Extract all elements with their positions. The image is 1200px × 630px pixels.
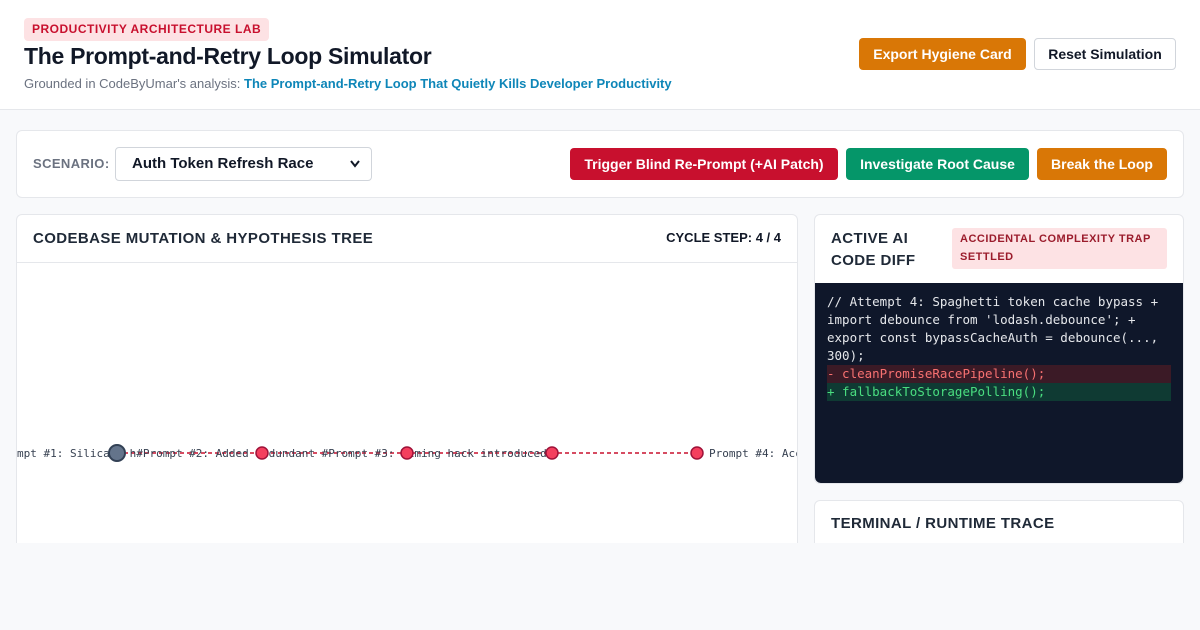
tree-node-prompt-3[interactable] xyxy=(545,446,559,460)
tree-node-prompt-1[interactable] xyxy=(255,446,269,460)
diff-removed-line: - cleanPromiseRacePipeline(); xyxy=(827,365,1171,383)
diff-title-line-2: CODE DIFF xyxy=(831,252,916,269)
diff-title-line-1: ACTIVE AI xyxy=(831,230,909,247)
hypothesis-tree-canvas: mpt #1: Silicate h#Prompt #2: Added redu… xyxy=(17,263,797,543)
terminal-panel-title: TERMINAL / RUNTIME TRACE xyxy=(831,515,1055,532)
break-the-loop-button[interactable]: Break the Loop xyxy=(1037,148,1167,180)
subtitle-prefix: Grounded in CodeByUmar's analysis: xyxy=(24,76,241,91)
chevron-down-icon xyxy=(349,148,361,193)
hypothesis-tree-svg: mpt #1: Silicate h#Prompt #2: Added redu… xyxy=(17,444,797,462)
page-subtitle: Grounded in CodeByUmar's analysis: The P… xyxy=(24,76,672,91)
trigger-blind-reprompt-button[interactable]: Trigger Blind Re-Prompt (+AI Patch) xyxy=(570,148,838,180)
diff-context-line: // Attempt 4: Spaghetti token cache bypa… xyxy=(827,294,1166,363)
page-bottom-area xyxy=(0,543,1200,630)
controls-bar: SCENARIO: Auth Token Refresh Race Trigge… xyxy=(16,130,1184,198)
lab-badge: PRODUCTIVITY ARCHITECTURE LAB xyxy=(24,18,270,41)
export-hygiene-card-button[interactable]: Export Hygiene Card xyxy=(859,38,1026,70)
scenario-selected-value: Auth Token Refresh Race xyxy=(132,155,314,172)
overlapping-node-labels: mpt #1: Silicate h#Prompt #2: Added redu… xyxy=(17,447,553,460)
mutation-tree-panel: CODEBASE MUTATION & HYPOTHESIS TREE CYCL… xyxy=(16,214,798,554)
page-title: The Prompt-and-Retry Loop Simulator xyxy=(24,43,432,69)
cycle-step-counter: CYCLE STEP: 4 / 4 xyxy=(666,230,781,245)
investigate-root-cause-button[interactable]: Investigate Root Cause xyxy=(846,148,1029,180)
node-label-prompt-4: Prompt #4: Acc xyxy=(709,447,797,460)
reset-simulation-button[interactable]: Reset Simulation xyxy=(1034,38,1176,70)
diff-panel-title: ACTIVE AI CODE DIFF xyxy=(831,228,915,272)
tree-panel-title: CODEBASE MUTATION & HYPOTHESIS TREE xyxy=(33,230,374,247)
diff-added-line: + fallbackToStoragePolling(); xyxy=(827,383,1171,401)
code-diff-view: // Attempt 4: Spaghetti token cache bypa… xyxy=(815,283,1183,483)
tree-node-root[interactable] xyxy=(108,444,126,462)
source-article-link[interactable]: The Prompt-and-Retry Loop That Quietly K… xyxy=(244,76,672,91)
scenario-label: SCENARIO: xyxy=(33,156,110,171)
scenario-select[interactable]: Auth Token Refresh Race xyxy=(115,147,372,181)
complexity-trap-badge: ACCIDENTAL COMPLEXITY TRAP SETTLED xyxy=(952,228,1167,269)
tree-node-prompt-2[interactable] xyxy=(400,446,414,460)
tree-node-prompt-4[interactable] xyxy=(690,446,704,460)
app-header: PRODUCTIVITY ARCHITECTURE LAB The Prompt… xyxy=(0,0,1200,110)
code-diff-panel: ACTIVE AI CODE DIFF ACCIDENTAL COMPLEXIT… xyxy=(814,214,1184,484)
